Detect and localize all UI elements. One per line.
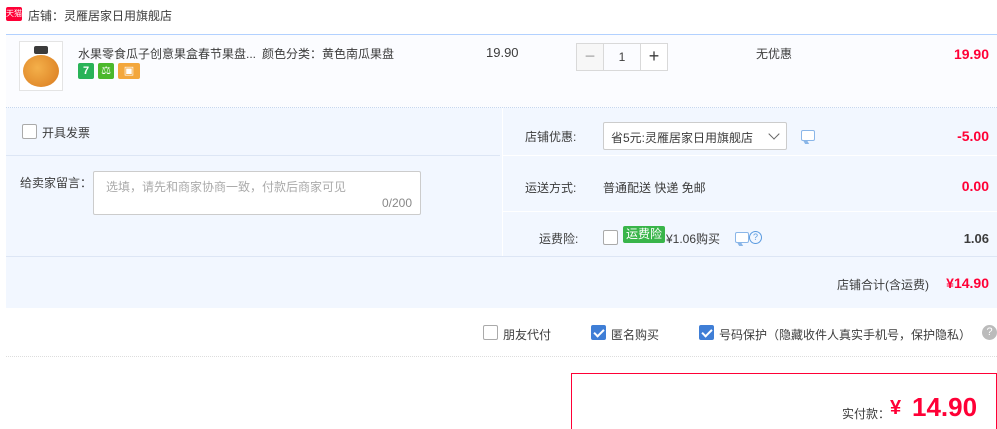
insurance-price: ¥1.06购买 — [666, 232, 721, 246]
card-payment-icon[interactable]: ▣ — [118, 63, 140, 79]
insurance-badge: 运费险 — [623, 226, 666, 243]
invoice-label: 开具发票 — [42, 126, 91, 140]
chat-icon[interactable] — [735, 232, 749, 243]
product-name[interactable]: 水果零食瓜子创意果盒春节果盘... — [78, 45, 256, 62]
shop-header: 天猫 店铺：灵雁居家日用旗舰店 — [0, 0, 997, 30]
coupon-select[interactable]: 省5元:灵雁居家日用旗舰店 — [603, 122, 787, 150]
quantity-stepper: − 1 + — [576, 43, 668, 71]
options-right: 店铺优惠: 省5元:灵雁居家日用旗舰店 -5.00 运送方式: 普通配送 快递 … — [502, 108, 997, 256]
order-options: 开具发票 给卖家留言： 选填，请先和商家协商一致，付款后商家可见 0/200 店… — [6, 108, 997, 308]
unit-price: 19.90 — [486, 45, 519, 60]
help-icon[interactable]: ? — [982, 325, 997, 340]
divider — [503, 211, 997, 212]
help-icon[interactable]: ? — [749, 231, 762, 244]
number-protect-checkbox[interactable] — [699, 325, 714, 340]
thumbnail-lid — [34, 46, 48, 54]
chevron-down-icon — [768, 128, 780, 140]
shipping-method: 普通配送 快递 免邮 — [603, 181, 706, 195]
pay-label: 实付款： — [842, 407, 891, 421]
options-left: 开具发票 给卖家留言： 选填，请先和商家协商一致，付款后商家可见 0/200 — [6, 108, 500, 256]
guarantee-icon[interactable]: ⚖ — [98, 63, 114, 79]
item-row: 水果零食瓜子创意果盒春节果盘... 颜色分类：黄色南瓜果盘 7 ⚖ ▣ 19.9… — [6, 34, 997, 108]
product-thumbnail[interactable] — [19, 41, 63, 91]
chat-icon[interactable] — [801, 130, 815, 141]
message-char-count: 0/200 — [381, 196, 412, 210]
shop-title[interactable]: 店铺：灵雁居家日用旗舰店 — [28, 7, 172, 24]
invoice-checkbox[interactable] — [22, 124, 37, 139]
coupon-amount: -5.00 — [957, 128, 989, 144]
message-label: 给卖家留言： — [20, 176, 93, 190]
item-total: 19.90 — [953, 46, 989, 62]
divider — [503, 155, 997, 156]
message-textarea[interactable]: 选填，请先和商家协商一致，付款后商家可见 0/200 — [93, 171, 421, 215]
insurance-label: 运费险: — [539, 232, 579, 246]
anonymous-checkbox[interactable] — [591, 325, 606, 340]
anonymous-label: 匿名购买 — [611, 328, 660, 342]
shop-total-label: 店铺合计(含运费) — [837, 278, 929, 292]
number-protect-label: 号码保护（隐藏收件人真实手机号，保护隐私） — [719, 328, 972, 342]
pay-amount: 14.90 — [912, 392, 978, 422]
insurance-checkbox[interactable] — [603, 230, 618, 245]
coupon-label: 店铺优惠: — [525, 130, 577, 144]
shop-total-amount: ¥14.90 — [946, 275, 989, 291]
coupon-selected: 省5元:灵雁居家日用旗舰店 — [611, 131, 754, 145]
item-promotion: 无优惠 — [756, 47, 793, 61]
quantity-plus-button[interactable]: + — [640, 43, 668, 71]
seven-day-return-icon[interactable]: 7 — [78, 63, 94, 79]
tmall-icon: 天猫 — [6, 7, 22, 21]
insurance-amount: 1.06 — [963, 231, 989, 246]
quantity-minus-button[interactable]: − — [576, 43, 604, 71]
shipping-amount: 0.00 — [961, 178, 989, 194]
message-placeholder: 选填，请先和商家协商一致，付款后商家可见 — [106, 180, 347, 194]
pumpkin-image — [23, 55, 59, 87]
privacy-options: 朋友代付 匿名购买 号码保护（隐藏收件人真实手机号，保护隐私） ? — [6, 315, 997, 357]
pay-currency: ¥ — [890, 397, 902, 419]
friend-pay-label: 朋友代付 — [503, 328, 552, 342]
product-sku: 颜色分类：黄色南瓜果盘 — [262, 47, 395, 61]
shop-total-row: 店铺合计(含运费) ¥14.90 — [6, 256, 997, 308]
pay-summary: 实付款： ¥ 14.90 — [571, 373, 997, 429]
shipping-label: 运送方式: — [525, 181, 577, 195]
quantity-input[interactable]: 1 — [604, 43, 640, 71]
friend-pay-checkbox[interactable] — [483, 325, 498, 340]
divider — [6, 155, 500, 156]
